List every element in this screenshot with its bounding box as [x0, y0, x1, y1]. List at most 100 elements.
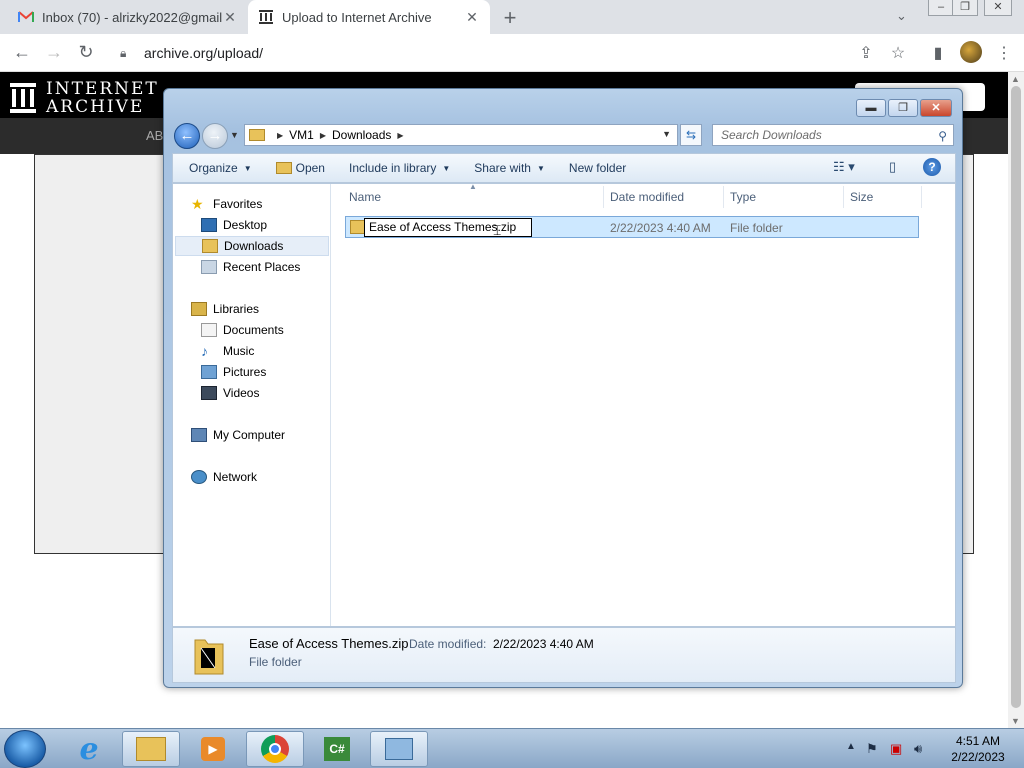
taskbar-chrome[interactable] [246, 731, 304, 767]
gmail-icon [18, 9, 34, 25]
breadcrumb-arrow-icon[interactable]: ▶ [320, 131, 326, 140]
scrollbar-thumb[interactable] [1011, 86, 1021, 708]
profile-avatar[interactable] [960, 41, 982, 63]
help-icon[interactable]: ? [923, 158, 941, 176]
include-in-library-button[interactable]: Include in library ▼ [341, 161, 458, 175]
breadcrumb-arrow-icon[interactable]: ▶ [397, 131, 403, 140]
side-panel-icon[interactable]: ▮ [928, 43, 948, 63]
share-with-label: Share with [474, 161, 531, 175]
restore-window-button[interactable]: ❐ [952, 0, 978, 16]
back-arrow-icon[interactable]: ← [10, 42, 34, 63]
column-header-type[interactable]: Type [730, 190, 756, 204]
file-list: ▲ Name Date modified Type Size Ease of A… [331, 182, 955, 626]
open-button[interactable]: Open [268, 161, 333, 175]
view-options-icon[interactable]: ☷ ▾ [833, 159, 855, 175]
preview-pane-icon[interactable]: ▯ [889, 159, 896, 175]
organize-button[interactable]: Organize ▼ [181, 161, 260, 175]
action-center-icon[interactable]: ⚑ [866, 741, 878, 757]
internet-archive-logo[interactable]: INTERNET ARCHIVE [10, 80, 159, 116]
network-status-icon[interactable]: ▣ [890, 741, 902, 757]
bookmark-star-icon[interactable]: ☆ [888, 43, 908, 63]
taskbar-internet-explorer[interactable]: e [60, 731, 118, 767]
nav-label: My Computer [213, 428, 286, 442]
internet-archive-icon [258, 9, 274, 25]
nav-downloads[interactable]: Downloads [175, 236, 329, 256]
ia-subnav-link[interactable]: AB [146, 128, 163, 143]
tab-upload-internet-archive[interactable]: Upload to Internet Archive ✕ [248, 0, 490, 34]
nav-desktop[interactable]: Desktop [201, 215, 267, 235]
nav-documents[interactable]: Documents [201, 320, 284, 340]
tab-search-chevron-icon[interactable]: ⌄ [896, 8, 907, 24]
rename-input[interactable]: Ease of Access Themes.zip [364, 218, 532, 237]
column-divider[interactable] [603, 186, 604, 208]
nav-favorites[interactable]: ★ Favorites [191, 194, 262, 214]
nav-recent-places[interactable]: Recent Places [201, 257, 300, 277]
page-scrollbar[interactable]: ▲ ▼ [1008, 72, 1024, 728]
address-bar[interactable]: 🔒︎ archive.org/upload/ [112, 39, 842, 67]
nav-libraries[interactable]: Libraries [191, 299, 259, 319]
close-window-button[interactable]: ✕ [984, 0, 1012, 16]
archive-building-icon [10, 83, 36, 113]
libraries-icon [191, 302, 207, 316]
nav-pictures[interactable]: Pictures [201, 362, 266, 382]
dialog-minimize-button[interactable]: ▬ [856, 99, 886, 117]
breadcrumb-arrow-icon[interactable]: ▶ [277, 131, 283, 140]
address-breadcrumb[interactable]: ▶ VM1 ▶ Downloads ▶ ▼ [244, 124, 678, 146]
breadcrumb-downloads[interactable]: Downloads [332, 128, 391, 142]
show-hidden-icons[interactable]: ▲ [846, 741, 856, 752]
nav-network[interactable]: Network [191, 467, 257, 487]
dialog-close-button[interactable]: ✕ [920, 99, 952, 117]
clock-time: 4:51 AM [955, 734, 1001, 748]
start-button[interactable] [4, 730, 46, 768]
dialog-maximize-button[interactable]: ❐ [888, 99, 918, 117]
taskbar: e ▶ C# ▲ ⚑ ▣ 🔊︎ 4:51 AM 2/22/2023 [0, 728, 1024, 768]
taskbar-control-panel[interactable] [370, 731, 428, 767]
search-icon[interactable]: ⚲ [938, 126, 947, 146]
column-header-date-modified[interactable]: Date modified [610, 190, 684, 204]
column-header-size[interactable]: Size [850, 190, 873, 204]
search-downloads-input[interactable]: Search Downloads ⚲ [712, 124, 954, 146]
nav-my-computer[interactable]: My Computer [191, 425, 285, 445]
file-row[interactable]: Ease of Access Themes.zip 2/22/2023 4:40… [345, 216, 919, 238]
nav-label: Recent Places [223, 260, 301, 274]
new-folder-button[interactable]: New folder [561, 161, 634, 175]
column-divider[interactable] [723, 186, 724, 208]
details-pane: Ease of Access Themes.zip Date modified:… [172, 627, 956, 683]
taskbar-explorer[interactable] [122, 731, 180, 767]
taskbar-media-player[interactable]: ▶ [184, 731, 242, 767]
breadcrumb-vm1[interactable]: VM1 [289, 128, 314, 142]
reload-icon[interactable]: ↻ [74, 42, 98, 63]
nav-videos[interactable]: Videos [201, 383, 259, 403]
internet-explorer-icon: e [79, 731, 99, 767]
folder-open-icon [275, 162, 292, 174]
column-divider[interactable] [843, 186, 844, 208]
column-divider[interactable] [921, 186, 922, 208]
logo-line-1: INTERNET [46, 79, 159, 99]
refresh-button[interactable]: ⇆ [680, 124, 702, 146]
back-button[interactable]: ← [174, 123, 200, 149]
chevron-down-icon: ▼ [442, 163, 451, 173]
forward-arrow-icon[interactable]: → [42, 42, 66, 63]
column-header-name[interactable]: Name [349, 190, 381, 204]
close-tab-icon[interactable]: ✕ [464, 9, 480, 26]
history-dropdown-icon[interactable]: ▼ [230, 130, 239, 140]
close-tab-icon[interactable]: ✕ [222, 9, 238, 26]
share-icon[interactable]: ⇪ [856, 43, 876, 63]
nav-label: Pictures [223, 365, 267, 379]
forward-button[interactable]: → [202, 123, 228, 149]
address-dropdown-icon[interactable]: ▼ [662, 129, 671, 139]
scroll-up-icon[interactable]: ▲ [1011, 74, 1020, 84]
nav-music[interactable]: ♪ Music [201, 341, 254, 361]
new-tab-button[interactable]: + [498, 5, 522, 31]
minimize-window-button[interactable]: – [928, 0, 954, 16]
taskbar-csharp[interactable]: C# [308, 731, 366, 767]
tab-gmail[interactable]: Inbox (70) - alrizky2022@gmail.c ✕ [8, 0, 248, 34]
share-with-button[interactable]: Share with ▼ [466, 161, 553, 175]
system-clock[interactable]: 4:51 AM 2/22/2023 [938, 733, 1018, 765]
explorer-folder-icon [136, 737, 166, 761]
nav-label: Favorites [213, 197, 263, 211]
details-file-type: File folder [249, 655, 302, 669]
volume-icon[interactable]: 🔊︎ [914, 741, 922, 757]
menu-dots-icon[interactable]: ⋮ [994, 43, 1014, 63]
scroll-down-icon[interactable]: ▼ [1011, 716, 1020, 726]
